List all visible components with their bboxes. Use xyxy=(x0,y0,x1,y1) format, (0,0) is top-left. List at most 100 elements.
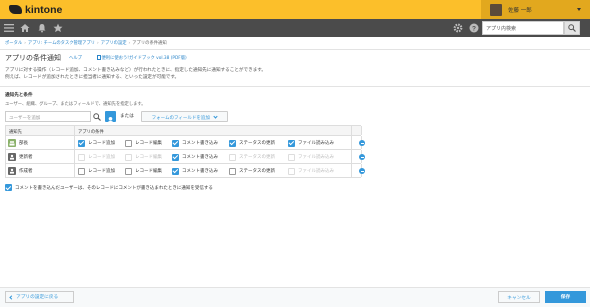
user-menu[interactable]: 佐藤 一郎 xyxy=(481,0,590,19)
table-row: 作成者 レコード追加 レコード編集 コメント書き込み ステータスの更新 ファイル… xyxy=(6,164,365,178)
checkbox xyxy=(288,153,295,161)
condition-file: ファイル読み込み xyxy=(288,153,334,161)
search-icon[interactable] xyxy=(92,112,101,121)
target-cell: 作成者 xyxy=(8,166,33,175)
condition-record-add[interactable]: レコード追加 xyxy=(78,167,115,175)
breadcrumb-app[interactable]: アプリ: チームのタスク管理アプリ xyxy=(28,41,95,46)
checkbox[interactable] xyxy=(125,139,132,147)
checkbox[interactable] xyxy=(5,184,12,191)
breadcrumb-app-settings[interactable]: アプリの設定 xyxy=(101,41,127,46)
document-icon xyxy=(97,55,101,60)
help-link[interactable]: ヘルプ xyxy=(69,55,82,61)
target-cell: 部長 xyxy=(8,138,28,147)
breadcrumb-portal[interactable]: ポータル xyxy=(5,41,22,46)
svg-text:?: ? xyxy=(472,25,476,32)
condition-label: レコード編集 xyxy=(135,169,162,174)
help-icon[interactable]: ? xyxy=(468,22,480,34)
condition-record-edit[interactable]: レコード編集 xyxy=(125,139,162,147)
breadcrumb-current: アプリの条件通知 xyxy=(132,41,167,46)
column-divider xyxy=(351,136,352,149)
cancel-button[interactable]: キャンセル xyxy=(498,291,540,303)
remove-row-button[interactable] xyxy=(359,168,365,174)
checkbox[interactable] xyxy=(78,139,85,147)
table-row: 更新者 レコード追加 レコード編集 コメント書き込み ステータスの更新 ファイル… xyxy=(6,150,365,164)
col-target-header: 通知先 xyxy=(9,129,22,135)
condition-comment[interactable]: コメント書き込み xyxy=(172,139,218,147)
add-form-field-button[interactable]: フォームのフィールドを追加 xyxy=(141,111,228,122)
page-description-line2: 例えば、レコードが追加されたときに担当者に通知する、といった設定が可能です。 xyxy=(5,75,180,80)
column-divider xyxy=(74,150,75,163)
checkbox[interactable] xyxy=(229,167,236,175)
comment-notify-label: コメントを書き込んだユーザーは、そのレコードにコメントが書き込まれたときに通知を… xyxy=(15,185,213,191)
condition-label: ステータスの更新 xyxy=(239,141,275,146)
guidebook-link-label: 便利に使おう!ガイドブック vol.38 (PDF版) xyxy=(101,56,187,61)
condition-record-edit: レコード編集 xyxy=(125,153,162,161)
checkbox[interactable] xyxy=(172,167,179,175)
condition-status[interactable]: ステータスの更新 xyxy=(229,167,275,175)
save-button[interactable]: 保存 xyxy=(545,291,586,303)
condition-status[interactable]: ステータスの更新 xyxy=(229,139,275,147)
bell-icon[interactable] xyxy=(36,22,48,34)
table-row: 部長 レコード追加 レコード編集 コメント書き込み ステータスの更新 ファイル読… xyxy=(6,136,365,150)
condition-record-edit[interactable]: レコード編集 xyxy=(125,167,162,175)
checkbox[interactable] xyxy=(125,167,132,175)
condition-comment[interactable]: コメント書き込み xyxy=(172,153,218,161)
column-divider xyxy=(351,164,352,177)
search-button[interactable] xyxy=(564,21,580,35)
column-divider xyxy=(74,164,75,177)
condition-label: レコード追加 xyxy=(88,141,115,146)
comment-notify-option[interactable]: コメントを書き込んだユーザーは、そのレコードにコメントが書き込まれたときに通知を… xyxy=(5,183,213,192)
condition-comment[interactable]: コメント書き込み xyxy=(172,167,218,175)
checkbox xyxy=(125,153,132,161)
column-divider xyxy=(361,126,362,135)
user-name: 佐藤 一郎 xyxy=(508,7,532,14)
app-search-input[interactable]: アプリ内検索 xyxy=(482,21,564,35)
breadcrumb: ポータル › アプリ: チームのタスク管理アプリ › アプリの設定 › アプリの条件通知 xyxy=(5,40,585,48)
checkbox[interactable] xyxy=(78,167,85,175)
chevron-down-icon xyxy=(213,113,218,119)
add-user-input[interactable]: ユーザーを追加 xyxy=(5,111,91,122)
divider xyxy=(0,49,590,50)
condition-label: ファイル読み込み xyxy=(298,141,334,146)
checkbox xyxy=(78,153,85,161)
guidebook-link[interactable]: 便利に使おう!ガイドブック vol.38 (PDF版) xyxy=(97,55,187,61)
kintone-logo[interactable]: kintone xyxy=(9,3,62,16)
table-header: 通知先 アプリの条件 xyxy=(6,126,362,136)
column-divider xyxy=(351,126,352,135)
condition-record-add: レコード追加 xyxy=(78,153,115,161)
add-form-field-label: フォームのフィールドを追加 xyxy=(151,115,210,121)
condition-record-add[interactable]: レコード追加 xyxy=(78,139,115,147)
condition-label: ファイル読み込み xyxy=(298,155,334,160)
breadcrumb-separator: › xyxy=(97,41,99,46)
star-icon[interactable] xyxy=(52,22,64,34)
condition-label: コメント書き込み xyxy=(182,141,218,146)
condition-label: レコード追加 xyxy=(88,155,115,160)
condition-file: ファイル読み込み xyxy=(288,167,334,175)
checkbox[interactable] xyxy=(172,139,179,147)
section-description: ユーザー、組織、グループ、またはフィールドで、通知先を指定します。 xyxy=(5,102,146,107)
menu-icon[interactable] xyxy=(3,22,15,34)
header-bar: kintone 佐藤 一郎 xyxy=(0,0,590,19)
gear-icon[interactable] xyxy=(452,22,464,34)
section-title: 通知先と条件 xyxy=(5,93,33,98)
remove-row-button[interactable] xyxy=(359,154,365,160)
column-divider xyxy=(74,126,75,135)
col-conditions-header: アプリの条件 xyxy=(78,129,104,135)
checkbox[interactable] xyxy=(229,139,236,147)
condition-file[interactable]: ファイル読み込み xyxy=(288,139,334,147)
condition-label: レコード編集 xyxy=(135,155,162,160)
checkbox[interactable] xyxy=(288,139,295,147)
back-to-settings-button[interactable]: アプリの設定に戻る xyxy=(5,291,74,303)
condition-label: ステータスの更新 xyxy=(239,169,275,174)
target-name: 部長 xyxy=(19,140,28,146)
condition-label: レコード追加 xyxy=(88,169,115,174)
breadcrumb-separator: › xyxy=(128,41,131,46)
notification-table: 通知先 アプリの条件 部長 レコード追加 レコード編集 コメント書き込み ステー… xyxy=(5,125,365,178)
home-icon[interactable] xyxy=(19,22,31,34)
checkbox[interactable] xyxy=(172,153,179,161)
remove-row-button[interactable] xyxy=(359,140,365,146)
org-select-button[interactable] xyxy=(105,111,116,124)
condition-label: ファイル読み込み xyxy=(298,169,334,174)
back-label: アプリの設定に戻る xyxy=(16,295,59,300)
divider xyxy=(0,86,590,87)
